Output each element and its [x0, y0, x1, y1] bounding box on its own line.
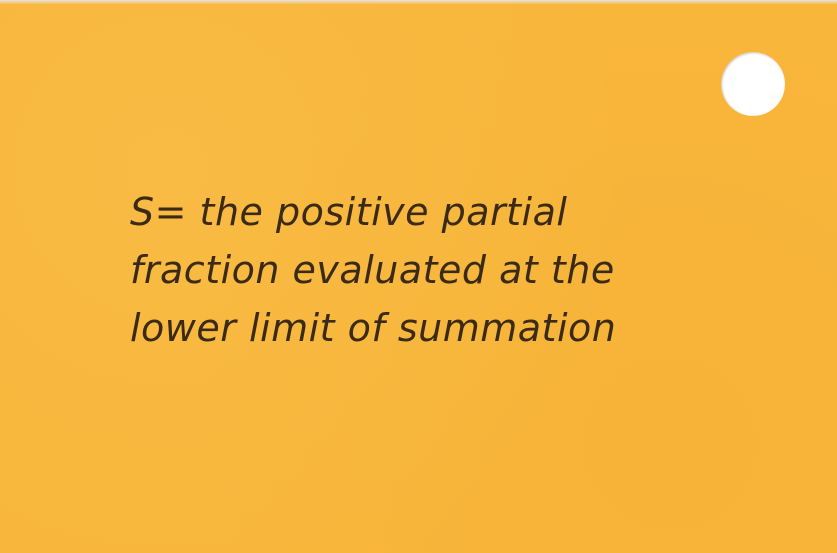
- handwritten-note: S= the positive partial fraction evaluat…: [130, 183, 750, 357]
- note-line: fraction evaluated at the: [130, 248, 615, 292]
- index-card: S= the positive partial fraction evaluat…: [0, 3, 837, 553]
- note-line: lower limit of summation: [130, 306, 617, 350]
- card-top-edge: [0, 0, 837, 4]
- punch-hole: [721, 52, 785, 116]
- note-line: S= the positive partial: [130, 190, 568, 234]
